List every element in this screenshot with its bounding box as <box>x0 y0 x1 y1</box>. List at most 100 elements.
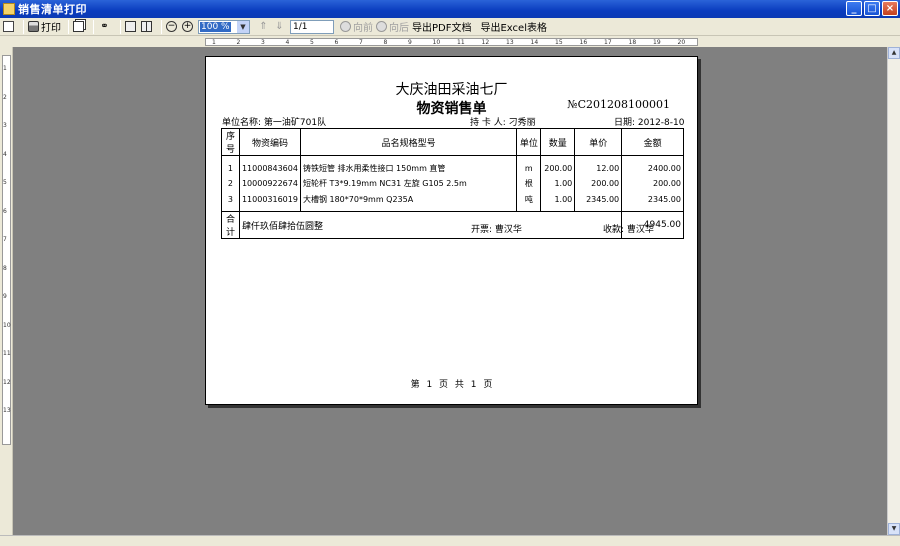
item-unit: m <box>516 155 542 176</box>
zoom-out-icon: − <box>166 21 177 32</box>
ruler-tick-label: 7 <box>359 39 363 46</box>
issuer: 开票: 曹汉华 <box>471 225 522 235</box>
last-page-button[interactable]: ⇓ <box>274 19 287 35</box>
ruler-tick-label: 13 <box>3 407 11 414</box>
scroll-down-button[interactable]: ▼ <box>888 523 900 535</box>
copy-button[interactable] <box>73 19 86 35</box>
ruler-tick-label: 4 <box>3 150 7 158</box>
card-holder: 持 卡 人: 刁秀丽 <box>470 118 536 128</box>
ruler-tick-label: 10 <box>432 39 441 46</box>
ruler-tick-label: 15 <box>555 39 563 46</box>
table-row: 3 11000316019 大槽钢 180*70*9mm Q235A 吨 1.0… <box>221 191 684 212</box>
column-header: 单价 <box>574 128 623 156</box>
find-button[interactable]: ⚭ <box>98 19 113 35</box>
toolbar-separator <box>93 19 94 34</box>
ruler-tick-label: 5 <box>310 39 314 46</box>
single-page-icon <box>125 21 136 32</box>
print-label: 打印 <box>41 23 61 34</box>
item-unit: 吨 <box>516 191 542 212</box>
ruler-tick-label: 8 <box>3 264 7 272</box>
item-spec: 大槽钢 180*70*9mm Q235A <box>299 191 518 212</box>
toolbar-separator <box>120 19 121 34</box>
print-button[interactable]: 打印 <box>28 19 61 35</box>
page-info: 第 1 页 共 1 页 <box>410 380 493 390</box>
toolbar: 打印 ⚭ − + 100 % ▼ ⇑ ⇓ 1/1 向前 向后 导出PDF文档 导… <box>0 18 900 36</box>
table-row: 1 11000843604 铸铁短管 排水用柔性接口 150mm 直管 m 20… <box>221 155 684 176</box>
toolbar-separator <box>161 19 162 34</box>
ruler-tick-label: 5 <box>3 179 7 186</box>
vertical-scrollbar[interactable]: ▲ ▼ <box>887 47 900 535</box>
app-icon <box>3 3 15 15</box>
toolbar-separator <box>68 19 69 34</box>
item-amount: 2400.00 <box>621 155 684 176</box>
next-page-button[interactable]: 向后 <box>376 19 409 35</box>
ruler-page-area <box>205 38 698 46</box>
chevron-down-icon[interactable]: ▼ <box>237 20 249 33</box>
first-page-button[interactable]: ⇑ <box>258 19 271 35</box>
ruler-tick-label: 11 <box>457 39 465 46</box>
material-code: 10000922674 <box>238 175 301 192</box>
maximize-button[interactable]: □ <box>864 1 880 16</box>
ruler-tick-label: 16 <box>579 39 588 46</box>
item-quantity: 1.00 <box>540 191 576 212</box>
window-title: 销售清单打印 <box>18 3 87 16</box>
payee: 收款: 曹汉华 <box>603 225 654 235</box>
ruler-tick-label: 11 <box>3 350 11 357</box>
ruler-tick-label: 20 <box>677 39 686 46</box>
ruler-tick-label: 3 <box>3 122 7 129</box>
item-quantity: 1.00 <box>540 175 576 192</box>
single-page-button[interactable] <box>125 19 138 35</box>
total-label: 合计 <box>221 211 240 239</box>
forward-icon <box>376 21 387 32</box>
item-price: 200.00 <box>574 175 623 192</box>
unit-name: 单位名称: 第一油矿701队 <box>222 118 327 128</box>
row-index: 3 <box>221 191 240 212</box>
multi-page-button[interactable] <box>141 19 154 35</box>
zoom-select[interactable]: 100 % ▼ <box>198 19 250 34</box>
ruler-tick-label: 10 <box>3 321 11 329</box>
ruler-tick-label: 2 <box>3 93 7 101</box>
multi-page-icon <box>141 21 152 32</box>
next-label: 向后 <box>389 23 409 34</box>
binoculars-icon: ⚭ <box>100 21 109 32</box>
status-bar <box>0 535 900 546</box>
ruler-tick-label: 2 <box>236 39 241 46</box>
print-page: 大庆油田采油七厂 物资销售单 №C201208100001 单位名称: 第一油矿… <box>205 56 698 405</box>
zoom-in-button[interactable]: + <box>182 19 195 35</box>
ruler-tick-label: 14 <box>530 39 539 46</box>
toolbar-separator <box>23 19 24 34</box>
minimize-button[interactable]: _ <box>846 1 862 16</box>
horizontal-ruler: 1 2 3 4 5 6 7 8 9 10 11 12 13 14 15 16 17 18 19 20 <box>0 37 900 47</box>
table-header-row: 序号 物资编码 品名规格型号 单位 数量 单价 金额 <box>221 128 684 156</box>
table-row: 2 10000922674 短轮杆 T3*9.19mm NC31 左旋 G105… <box>221 175 684 192</box>
item-price: 12.00 <box>574 155 623 176</box>
row-index: 1 <box>221 155 240 176</box>
column-header: 品名规格型号 <box>299 128 518 156</box>
column-header: 物资编码 <box>238 128 301 156</box>
item-price: 2345.00 <box>574 191 623 212</box>
item-amount: 200.00 <box>621 175 684 192</box>
column-header: 金额 <box>621 128 684 156</box>
arrow-down-icon: ⇓ <box>275 21 284 32</box>
column-header: 数量 <box>540 128 576 156</box>
document-icon <box>3 21 14 32</box>
material-code: 11000843604 <box>238 155 301 176</box>
title-bar: 销售清单打印 _ □ × <box>0 0 900 18</box>
ruler-tick-label: 9 <box>408 39 412 46</box>
export-excel-button[interactable]: 导出Excel表格 <box>480 19 547 35</box>
export-pdf-button[interactable]: 导出PDF文档 <box>412 19 471 35</box>
zoom-out-button[interactable]: − <box>166 19 179 35</box>
export-excel-label: 导出Excel表格 <box>480 23 547 34</box>
prev-page-button[interactable]: 向前 <box>340 19 373 35</box>
close-button[interactable]: × <box>882 1 898 16</box>
ruler-tick-label: 12 <box>481 39 490 46</box>
row-index: 2 <box>221 175 240 192</box>
zoom-in-icon: + <box>182 21 193 32</box>
scroll-up-button[interactable]: ▲ <box>888 47 900 59</box>
column-header: 单位 <box>516 128 542 156</box>
back-icon <box>340 21 351 32</box>
page-input[interactable]: 1/1 <box>290 19 334 34</box>
page-setup-button[interactable] <box>3 19 16 35</box>
item-spec: 短轮杆 T3*9.19mm NC31 左旋 G105 2.5m <box>299 175 518 192</box>
item-quantity: 200.00 <box>540 155 576 176</box>
